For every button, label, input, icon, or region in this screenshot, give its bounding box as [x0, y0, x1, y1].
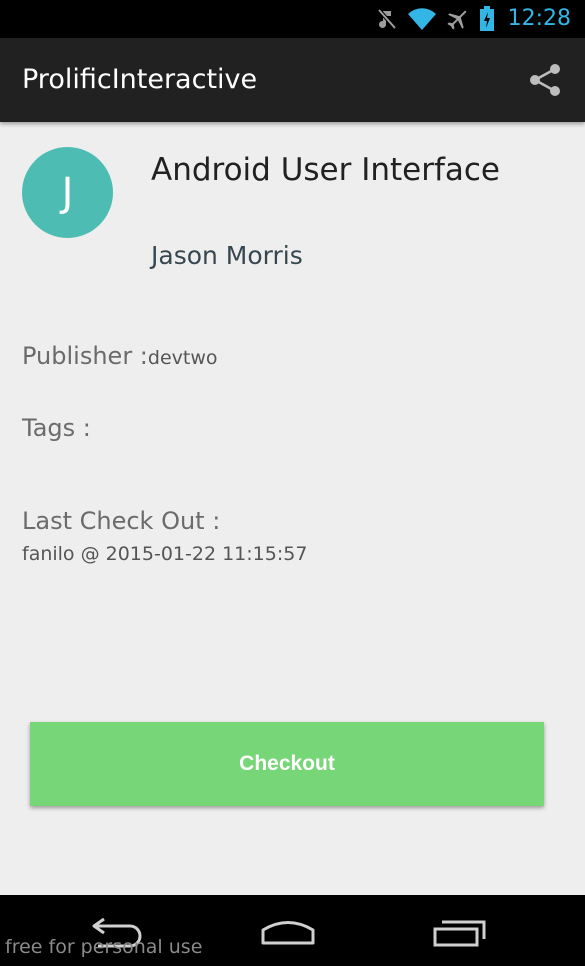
publisher-value: devtwo — [147, 347, 218, 369]
book-author: Jason Morris — [151, 241, 303, 270]
book-detail: J Android User Interface Jason Morris Pu… — [0, 122, 585, 895]
app-title: ProlificInteractive — [22, 64, 258, 95]
airplane-icon — [446, 10, 467, 30]
status-icons: 12:28 — [376, 4, 571, 34]
battery-charging-icon — [479, 6, 494, 31]
share-button[interactable] — [525, 60, 565, 100]
publisher-row: Publisher :devtwo — [22, 339, 218, 375]
home-icon — [261, 921, 315, 945]
checkout-button[interactable]: Checkout — [30, 722, 544, 806]
book-title: Android User Interface — [151, 152, 501, 188]
action-bar: ProlificInteractive — [0, 38, 585, 122]
status-bar: 12:28 — [0, 0, 585, 38]
muted-icon — [377, 8, 397, 30]
last-checkout-value: fanilo @ 2015-01-22 11:15:57 — [22, 543, 308, 565]
wifi-icon — [407, 8, 436, 31]
publisher-label: Publisher : — [22, 342, 148, 370]
tags-label: Tags : — [22, 414, 91, 442]
watermark: free for personal use — [5, 936, 203, 958]
last-checkout-label: Last Check Out : — [22, 507, 221, 535]
status-clock: 12:28 — [507, 6, 571, 31]
share-icon — [530, 64, 560, 96]
home-button[interactable] — [256, 913, 320, 953]
avatar: J — [22, 147, 113, 238]
recent-apps-button[interactable] — [428, 913, 492, 953]
recent-apps-icon — [433, 920, 486, 947]
